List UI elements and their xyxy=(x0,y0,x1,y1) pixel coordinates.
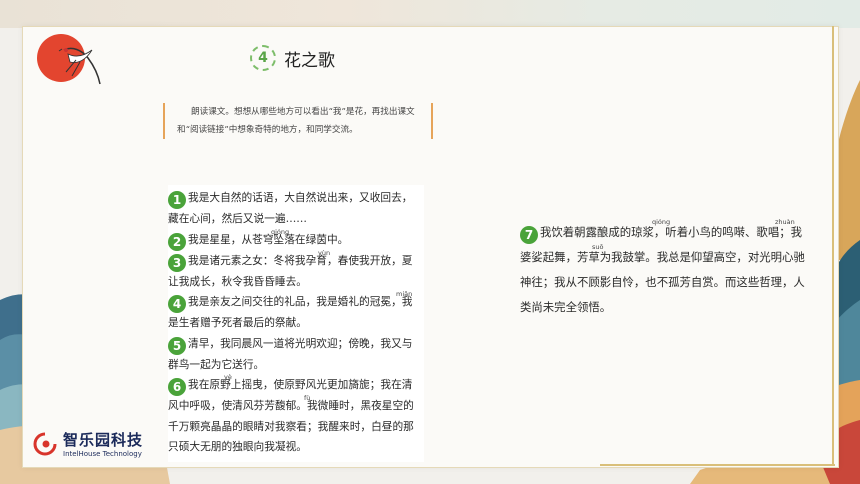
stanza-text: 我饮着朝露酿成的琼浆，听着小鸟的鸣啭、歌唱；我婆娑起舞，芳草为我鼓掌。我总是仰望… xyxy=(520,225,805,314)
stanza-number: 6 xyxy=(168,378,186,396)
stanza-text: 我是诸元素之女：冬将我孕育，春使我开放，夏让我成长，秋令我昏昏睡去。 xyxy=(168,253,413,288)
brand-logo: 智乐园科技 IntelHouse Technology xyxy=(32,429,143,458)
pinyin-annotation: miǎn xyxy=(396,290,413,298)
logo-mark-icon xyxy=(33,432,57,455)
stanza-4: miǎn 4 我是亲友之间交往的礼品，我是婚礼的冠冕，我是生者赠予死者最后的祭献。 xyxy=(168,290,420,334)
pinyin-annotation: yè xyxy=(224,373,232,381)
pinyin-annotation: suō xyxy=(592,243,604,251)
stanza-1: 1 我是大自然的话语，大自然说出来，又收回去，藏在心间，然后又说一遍…… xyxy=(168,188,420,230)
pinyin-annotation: fù xyxy=(304,394,311,402)
stanza-text: 我是大自然的话语，大自然说出来，又收回去，藏在心间，然后又说一遍…… xyxy=(168,191,413,225)
logo-english-text: IntelHouse Technology xyxy=(63,450,142,458)
gold-border-bottom xyxy=(600,464,835,466)
stanza-number: 5 xyxy=(168,336,186,355)
stanza-number: 2 xyxy=(168,232,186,251)
stanza-number: 4 xyxy=(168,295,186,313)
stanza-text: 我在原野上摇曳，使原野风光更加旖旎；我在清风中呼吸，使清风芬芳馥郁。我微睡时，黑… xyxy=(168,378,414,453)
crane-icon xyxy=(58,47,101,85)
lesson-number-badge: 4 xyxy=(250,45,276,71)
pinyin-annotation: qióng xyxy=(652,218,671,226)
pinyin-annotation: yùn xyxy=(318,248,331,257)
lesson-title: 4 花之歌 xyxy=(250,44,335,72)
stanza-text: 我是亲友之间交往的礼品，我是婚礼的冠冕，我是生者赠予死者最后的祭献。 xyxy=(168,295,413,329)
slide: 4 花之歌 朗读课文。想想从哪些地方可以看出“我”是花，再找出课文和“阅读链接”… xyxy=(0,0,860,484)
stanza-3: yùn 3 我是诸元素之女：冬将我孕育，春使我开放，夏让我成长，秋令我昏昏睡去。 xyxy=(168,249,420,293)
stanza-text: 清早，我同晨风一道将光明欢迎；傍晚，我又与群鸟一起为它送行。 xyxy=(168,336,413,371)
stanza-number: 1 xyxy=(168,191,186,209)
lesson-title-text: 花之歌 xyxy=(284,50,335,71)
stanza-7: qióng zhuàn suō 7 我饮着朝露酿成的琼浆，听着小鸟的鸣啭、歌唱；我… xyxy=(520,218,810,320)
logo-chinese-text: 智乐园科技 xyxy=(63,431,144,449)
gold-border-right xyxy=(832,26,834,466)
stanza-number: 3 xyxy=(168,253,186,272)
pinyin-annotation: qióng xyxy=(271,227,290,236)
poem-block: 1 我是大自然的话语，大自然说出来，又收回去，藏在心间，然后又说一遍…… qión… xyxy=(168,185,424,462)
pinyin-annotation: zhuàn xyxy=(775,218,795,226)
stanza-number: 7 xyxy=(520,226,538,244)
stanza-6: yè fù 6 我在原野上摇曳，使原野风光更加旖旎；我在清风中呼吸，使清风芬芳馥郁… xyxy=(168,373,420,458)
stanza-2: qióng 2 我是星星，从苍穹坠落在绿茵中。 xyxy=(168,228,420,251)
stanza-5: 5 清早，我同晨风一道将光明欢迎；傍晚，我又与群鸟一起为它送行。 xyxy=(168,334,420,376)
instruction-box: 朗读课文。想想从哪些地方可以看出“我”是花，再找出课文和“阅读链接”中想象奇特的… xyxy=(163,103,433,139)
